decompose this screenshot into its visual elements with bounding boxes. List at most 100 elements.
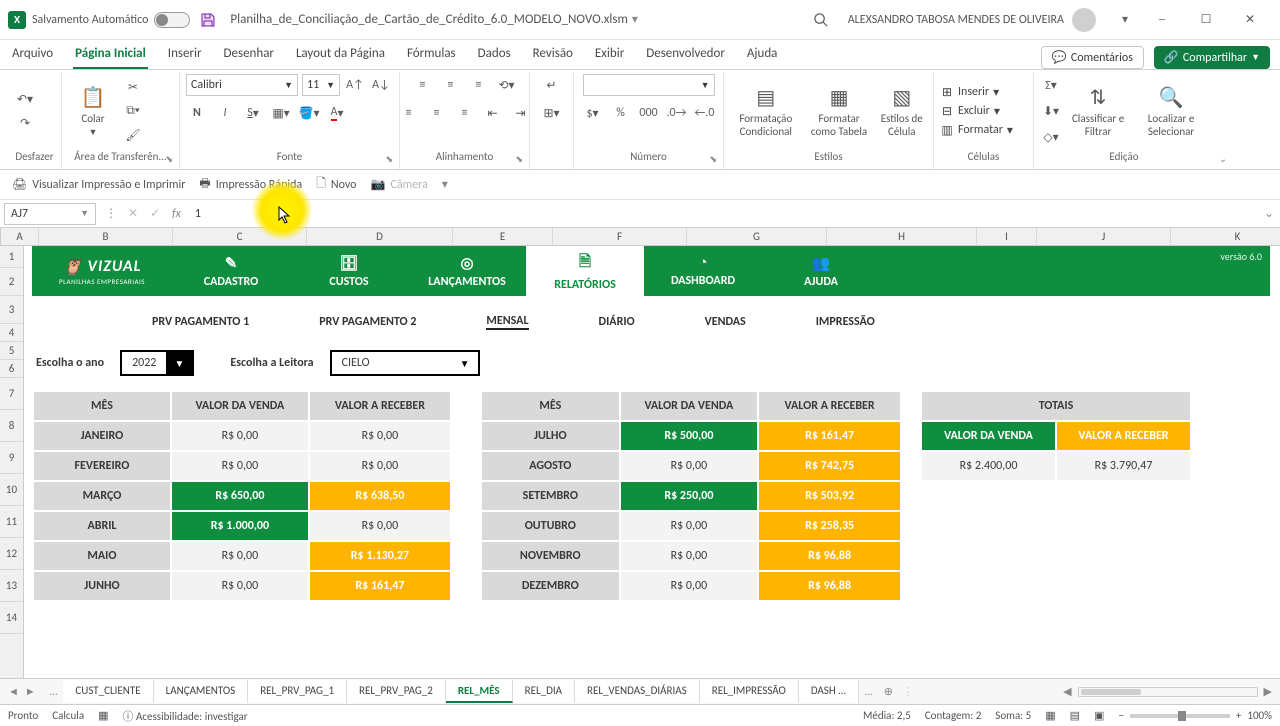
conditional-format-button[interactable]: ▤Formatação Condicional bbox=[730, 83, 802, 140]
toggle-switch[interactable] bbox=[154, 12, 190, 28]
wrap-text-icon[interactable]: ↵ bbox=[541, 74, 563, 96]
quick-print-button[interactable]: 🖶 Impressão Rápida bbox=[199, 174, 302, 195]
view-layout-icon[interactable]: ▤ bbox=[1070, 709, 1080, 722]
sheet-tab-dash[interactable]: DASH … bbox=[799, 680, 859, 703]
number-format-combo[interactable]: ▼ bbox=[583, 74, 715, 96]
hscroll-track[interactable] bbox=[1078, 687, 1258, 697]
menu-tab-arquivo[interactable]: Arquivo bbox=[10, 42, 55, 69]
menu-tab-exibir[interactable]: Exibir bbox=[593, 42, 626, 69]
find-select-button[interactable]: 🔍Localizar e Selecionar bbox=[1134, 83, 1208, 140]
year-combo[interactable]: 2022▼ bbox=[120, 350, 194, 376]
col-header-A[interactable]: A bbox=[1, 228, 39, 245]
orientation-icon[interactable]: ⟲▾ bbox=[496, 74, 518, 96]
underline-icon[interactable]: S▾ bbox=[242, 102, 264, 124]
enter-icon[interactable]: ✓ bbox=[144, 206, 166, 221]
launcher-icon[interactable]: ⬊ bbox=[709, 154, 717, 165]
formula-input[interactable]: 1 bbox=[187, 207, 1258, 221]
banner-tab-custos[interactable]: 🗄CUSTOS bbox=[290, 246, 408, 296]
row-header-7[interactable]: 7 bbox=[0, 378, 23, 410]
menu-tab-página-inicial[interactable]: Página Inicial bbox=[73, 42, 148, 69]
cancel-fx-icon[interactable]: ⋮ bbox=[100, 206, 122, 221]
delete-cells-button[interactable]: ⊟Excluir ▾ bbox=[940, 104, 1013, 119]
col-header-E[interactable]: E bbox=[453, 228, 553, 245]
cancel-icon[interactable]: ✕ bbox=[122, 206, 144, 221]
row-header-14[interactable]: 14 bbox=[0, 602, 23, 634]
tab-nav-next-icon[interactable]: ► bbox=[25, 685, 36, 698]
zoom-control[interactable]: − + 100% bbox=[1118, 709, 1272, 722]
avatar[interactable] bbox=[1072, 8, 1096, 32]
row-header-12[interactable]: 12 bbox=[0, 538, 23, 570]
accessibility-icon[interactable]: ⓘ Acessibilidade: investigar bbox=[123, 708, 248, 724]
fill-icon[interactable]: ⬇▾ bbox=[1040, 100, 1062, 122]
align-bottom-icon[interactable]: ≡ bbox=[468, 74, 490, 96]
fx-icon[interactable]: fx bbox=[172, 207, 181, 221]
align-left-icon[interactable]: ≡ bbox=[398, 102, 420, 124]
banner-tab-dashboard[interactable]: ◔DASHBOARD bbox=[644, 246, 762, 296]
hscroll-left-icon[interactable]: ◀ bbox=[1063, 685, 1071, 698]
row-header-9[interactable]: 9 bbox=[0, 442, 23, 474]
redo-icon[interactable]: ↷ bbox=[14, 112, 36, 134]
align-top-icon[interactable]: ≡ bbox=[412, 74, 434, 96]
qat-more-icon[interactable]: ▾ bbox=[442, 177, 448, 192]
tab-overflow-right[interactable]: … bbox=[859, 685, 879, 698]
sheet-tab-rel_mês[interactable]: REL_MÊS bbox=[446, 680, 513, 703]
col-header-C[interactable]: C bbox=[173, 228, 307, 245]
banner-tab-cadastro[interactable]: ✎CADASTRO bbox=[172, 246, 290, 296]
border-icon[interactable]: ▦▾ bbox=[270, 102, 292, 124]
view-pagebreak-icon[interactable]: ▣ bbox=[1094, 709, 1104, 722]
sheet-tab-rel_prv_pag_2[interactable]: REL_PRV_PAG_2 bbox=[347, 680, 446, 703]
format-cells-button[interactable]: ▥Formatar ▾ bbox=[940, 123, 1013, 138]
row-header-13[interactable]: 13 bbox=[0, 570, 23, 602]
print-preview-button[interactable]: 🖨 Visualizar Impressão e Imprimir bbox=[12, 177, 185, 192]
insert-cells-button[interactable]: ⊞Inserir ▾ bbox=[940, 85, 1013, 100]
undo-icon[interactable]: ↶▾ bbox=[14, 88, 36, 110]
indent-dec-icon[interactable]: ⇤ bbox=[482, 102, 504, 124]
hscroll-right-icon[interactable]: ▶ bbox=[1264, 685, 1272, 698]
row-header-4[interactable]: 4 bbox=[0, 324, 23, 342]
name-box[interactable]: AJ7▼ bbox=[4, 203, 96, 225]
clear-icon[interactable]: ◇▾ bbox=[1040, 126, 1062, 148]
col-header-J[interactable]: J bbox=[1037, 228, 1171, 245]
align-center-icon[interactable]: ≡ bbox=[426, 102, 448, 124]
menu-tab-desenvolvedor[interactable]: Desenvolvedor bbox=[644, 42, 727, 69]
subnav-diário[interactable]: DIÁRIO bbox=[599, 315, 635, 329]
format-as-table-button[interactable]: ▦Formatar como Tabela bbox=[806, 83, 873, 140]
cell-styles-button[interactable]: ▧Estilos de Célula bbox=[877, 83, 927, 140]
launcher-icon[interactable]: ⬊ bbox=[385, 154, 393, 165]
banner-tab-relatórios[interactable]: 🗎RELATÓRIOS bbox=[526, 246, 644, 296]
col-header-G[interactable]: G bbox=[687, 228, 827, 245]
copy-icon[interactable]: ⧉▾ bbox=[122, 100, 144, 122]
row-header-8[interactable]: 8 bbox=[0, 410, 23, 442]
menu-tab-desenhar[interactable]: Desenhar bbox=[222, 42, 276, 69]
launcher-icon[interactable]: ⬊ bbox=[165, 154, 173, 165]
paste-button[interactable]: 📋Colar▼ bbox=[68, 83, 118, 140]
banner-tab-lançamentos[interactable]: ◎LANÇAMENTOS bbox=[408, 246, 526, 296]
sheet-tab-rel_dia[interactable]: REL_DIA bbox=[513, 680, 575, 703]
sheet-area[interactable]: 🦉VIZUAL PLANILHAS EMPRESARIAIS ✎CADASTRO… bbox=[24, 246, 1280, 678]
sheet-tab-rel_vendas_diárias[interactable]: REL_VENDAS_DIÁRIAS bbox=[575, 680, 700, 703]
increase-font-icon[interactable]: A↑ bbox=[344, 74, 366, 96]
menu-tab-layout-da-página[interactable]: Layout da Página bbox=[294, 42, 387, 69]
subnav-prv-pagamento-1[interactable]: PRV PAGAMENTO 1 bbox=[152, 315, 249, 329]
merge-icon[interactable]: ⊞▾ bbox=[541, 102, 563, 124]
tab-overflow-left[interactable]: … bbox=[44, 685, 64, 698]
ribbon-display-icon[interactable]: ▾ bbox=[1110, 12, 1140, 27]
subnav-impressão[interactable]: IMPRESSÃO bbox=[816, 315, 875, 329]
save-icon[interactable] bbox=[200, 12, 216, 28]
col-header-H[interactable]: H bbox=[827, 228, 977, 245]
align-right-icon[interactable]: ≡ bbox=[454, 102, 476, 124]
font-size-combo[interactable]: 11▼ bbox=[302, 74, 340, 96]
add-sheet-icon[interactable]: ⊕ bbox=[878, 685, 898, 698]
col-header-B[interactable]: B bbox=[39, 228, 173, 245]
currency-icon[interactable]: $▾ bbox=[582, 102, 604, 124]
inc-decimal-icon[interactable]: .0→ bbox=[666, 102, 688, 124]
col-header-K[interactable]: K bbox=[1171, 228, 1280, 245]
italic-icon[interactable]: I bbox=[214, 102, 236, 124]
sheet-tab-cust_cliente[interactable]: CUST_CLIENTE bbox=[63, 680, 153, 703]
subnav-mensal[interactable]: MENSAL bbox=[486, 314, 528, 330]
align-middle-icon[interactable]: ≡ bbox=[440, 74, 462, 96]
subnav-prv-pagamento-2[interactable]: PRV PAGAMENTO 2 bbox=[319, 315, 416, 329]
row-header-10[interactable]: 10 bbox=[0, 474, 23, 506]
autosave-toggle[interactable]: Salvamento Automático bbox=[32, 12, 190, 28]
col-header-D[interactable]: D bbox=[307, 228, 453, 245]
